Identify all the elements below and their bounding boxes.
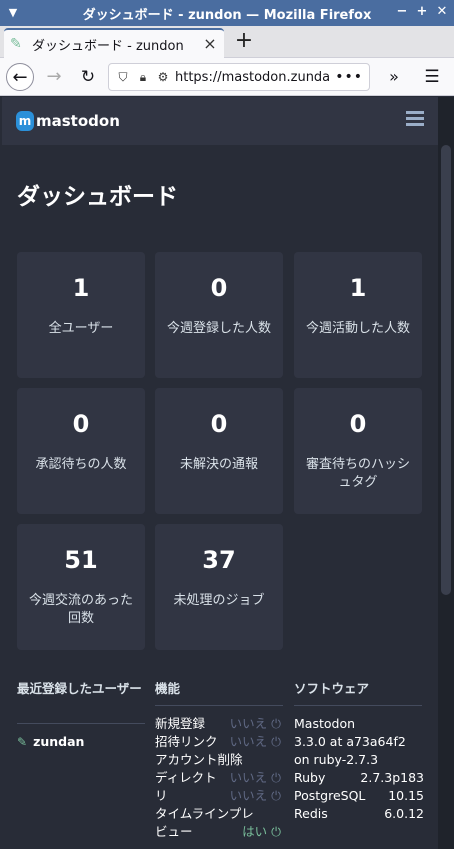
stat-label: 未解決の通報 [179, 457, 258, 472]
stat-value: 0 [210, 410, 228, 438]
divider [155, 705, 283, 706]
stat-label: 未処理のジョブ [173, 593, 265, 608]
page-content: m mastodon ダッシュボード 1 全ユーザー 0 今週登録した人数 1 … [2, 97, 438, 849]
app-menu-icon[interactable]: ☰ [418, 63, 446, 91]
stat-value: 37 [202, 546, 236, 574]
recent-users-title: 最近登録したユーザー [17, 681, 142, 696]
software-row: Mastodon [294, 715, 424, 733]
stat-label: 全ユーザー [48, 321, 114, 336]
power-icon: ⏻ [271, 788, 281, 803]
software-version: 3.3.0 at a73a64f2 on ruby-2.7.3 [294, 734, 406, 767]
software-row: Ruby 2.7.3p183 [294, 769, 424, 787]
feature-value-extra: いいえ ⏻ [229, 788, 281, 803]
page-title: ダッシュボード [17, 184, 178, 210]
mastodon-logo-icon: m [16, 111, 34, 131]
window-title: ダッシュボード - zundon — Mozilla Firefox [82, 7, 372, 23]
feature-name: ディレクトリ [155, 770, 217, 803]
mastodon-logo[interactable]: m mastodon [16, 111, 120, 131]
feature-value: はい ⏻ [242, 824, 281, 839]
close-window-icon[interactable]: ✕ [434, 4, 450, 20]
stat-label: 今週登録した人数 [166, 321, 271, 336]
stat-card-open-reports[interactable]: 0 未解決の通報 [155, 388, 283, 514]
stat-label: 今週交流のあった回数 [28, 593, 133, 626]
power-icon: ⏻ [271, 734, 281, 749]
stat-value: 0 [210, 274, 228, 302]
stat-card-active-users[interactable]: 1 今週活動した人数 [294, 252, 422, 378]
site-header: m mastodon [2, 97, 438, 145]
stat-value: 1 [72, 274, 90, 302]
feature-value: いいえ ⏻ [229, 770, 281, 785]
software-name: Redis [294, 806, 328, 821]
stat-card-queue-backlog[interactable]: 37 未処理のジョブ [155, 524, 283, 650]
page-scrollbar[interactable] [438, 97, 454, 849]
software-name: Ruby [294, 770, 326, 785]
software-name: PostgreSQL [294, 788, 366, 803]
maximize-icon[interactable]: + [414, 4, 430, 20]
stat-card-pending-users[interactable]: 0 承認待ちの人数 [17, 388, 145, 514]
stat-card-total-users[interactable]: 1 全ユーザー [17, 252, 145, 378]
overflow-menu-icon[interactable]: » [380, 63, 408, 91]
feature-row: アカウント削除 [155, 751, 281, 769]
software-value: 10.15 [388, 788, 424, 803]
browser-tab[interactable]: ✎ ダッシュボード - zundon × [4, 28, 224, 58]
software-value: 6.0.12 [384, 806, 424, 821]
feature-name: アカウント削除 [155, 752, 243, 767]
recent-user-link[interactable]: ✎ zundan [17, 734, 84, 749]
close-tab-icon[interactable]: × [202, 36, 218, 52]
mastodon-favicon-icon: ✎ [10, 36, 22, 52]
software-title: ソフトウェア [294, 681, 370, 696]
shield-icon[interactable]: ⛉ [115, 70, 131, 85]
window-menu-icon[interactable]: ▼ [6, 6, 20, 20]
window-titlebar: ▼ ダッシュボード - zundon — Mozilla Firefox − +… [0, 0, 454, 26]
page-actions-icon[interactable]: ••• [335, 69, 363, 85]
hamburger-menu-icon[interactable] [406, 111, 424, 127]
feature-value: いいえ ⏻ [229, 734, 281, 749]
stat-value: 51 [64, 546, 98, 574]
stat-value: 0 [72, 410, 90, 438]
feature-name: 招待リンク [155, 734, 218, 749]
logo-text: mastodon [36, 112, 120, 130]
permissions-icon[interactable]: ⚙ [155, 70, 171, 84]
divider [17, 723, 145, 724]
url-text[interactable]: https://mastodon.zunda.n [175, 70, 331, 85]
feature-name: 新規登録 [155, 716, 206, 731]
software-value: 2.7.3p183 [360, 770, 424, 785]
url-bar[interactable]: ⛉ 🔒︎ ⚙ https://mastodon.zunda.n ••• [108, 63, 370, 91]
power-icon: ⏻ [271, 770, 281, 785]
feature-value: いいえ ⏻ [229, 716, 281, 731]
stat-label: 承認待ちの人数 [35, 457, 127, 472]
software-row: PostgreSQL 10.15 [294, 787, 424, 805]
back-button[interactable]: ← [6, 63, 34, 91]
new-tab-icon[interactable]: + [232, 30, 256, 54]
software-row: Redis 6.0.12 [294, 805, 424, 823]
stat-card-signups[interactable]: 0 今週登録した人数 [155, 252, 283, 378]
nav-bar: ← → ↻ ⛉ 🔒︎ ⚙ https://mastodon.zunda.n ••… [0, 58, 454, 96]
stat-card-pending-tags[interactable]: 0 審査待ちのハッシュタグ [294, 388, 422, 514]
feature-row: タイムラインプレビュー はい ⏻ [155, 805, 281, 841]
user-icon: ✎ [17, 734, 28, 749]
power-icon: ⏻ [271, 716, 281, 731]
scrollbar-thumb[interactable] [441, 145, 451, 595]
lock-icon[interactable]: 🔒︎ [135, 70, 151, 85]
forward-button[interactable]: → [40, 63, 68, 91]
divider [294, 705, 422, 706]
minimize-icon[interactable]: − [394, 4, 410, 20]
recent-user-name: zundan [33, 734, 85, 749]
power-icon: ⏻ [271, 824, 281, 839]
software-name: Mastodon [294, 716, 356, 731]
feature-row: 招待リンク いいえ ⏻ [155, 733, 281, 751]
stat-value: 0 [349, 410, 367, 438]
feature-row: 新規登録 いいえ ⏻ [155, 715, 281, 733]
stat-value: 1 [349, 274, 367, 302]
feature-row: ディレクトリ いいえ ⏻ いいえ ⏻ [155, 769, 281, 805]
tab-strip: ✎ ダッシュボード - zundon × + [0, 26, 454, 58]
features-title: 機能 [155, 681, 181, 696]
stat-label: 審査待ちのハッシュタグ [305, 457, 410, 490]
stat-card-interactions[interactable]: 51 今週交流のあった回数 [17, 524, 145, 650]
reload-button[interactable]: ↻ [74, 63, 102, 91]
stat-label: 今週活動した人数 [305, 321, 410, 336]
tab-title: ダッシュボード - zundon [32, 38, 184, 54]
